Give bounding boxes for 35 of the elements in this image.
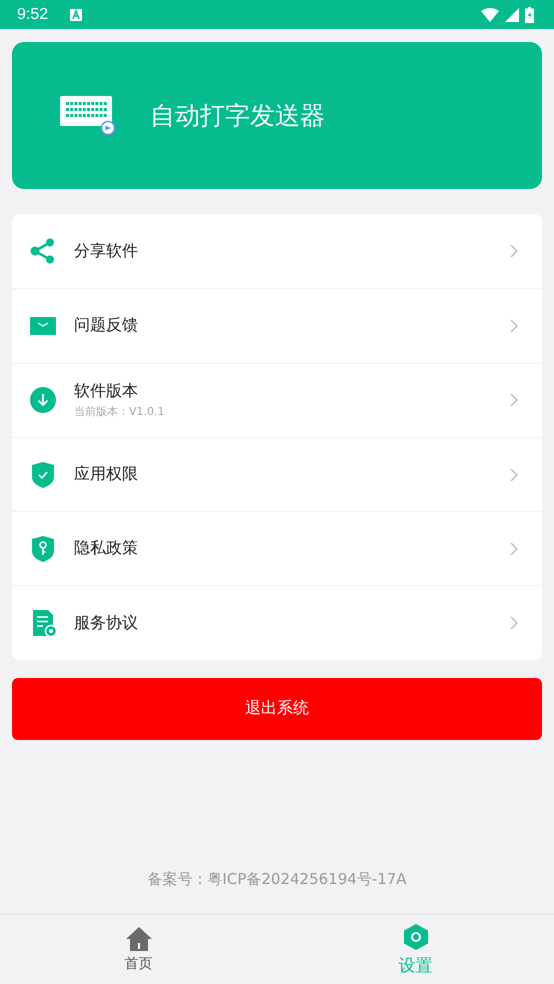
chevron-right-icon: [510, 468, 518, 482]
menu-item[interactable]: 软件版本 当前版本：V1.0.1: [12, 362, 542, 437]
menu-item[interactable]: 隐私政策: [12, 511, 542, 586]
shield-key-icon: [29, 534, 57, 563]
shield-check-icon: [29, 460, 57, 489]
icp-text: 备案号：粤ICP备2024256194号-17A: [147, 870, 407, 889]
menu-item[interactable]: 服务协议: [12, 585, 542, 660]
chevron-right-icon: [510, 542, 518, 556]
keyboard-icon: [60, 94, 116, 138]
menu-label: 应用权限: [74, 464, 139, 486]
share-icon: [29, 237, 57, 266]
download-icon: [29, 386, 57, 414]
menu-label: 分享软件: [74, 240, 139, 262]
version-text: 当前版本：V1.0.1: [74, 404, 166, 420]
chevron-right-icon: [510, 393, 518, 408]
notification-icon: [70, 8, 82, 20]
chevron-right-icon: [510, 318, 518, 333]
settings-icon: [402, 922, 428, 950]
menu-item[interactable]: 分享软件: [12, 214, 542, 288]
signal-icon: [505, 8, 519, 22]
menu-label: 隐私政策: [74, 538, 139, 560]
battery-icon: [525, 6, 534, 22]
wifi-icon: [481, 8, 499, 22]
menu-item[interactable]: 问题反馈: [12, 288, 542, 363]
menu-label: 服务协议: [74, 612, 139, 634]
app-title: 自动打字发送器: [150, 100, 325, 132]
home-icon: [124, 926, 152, 952]
logout-button[interactable]: 退出系统: [12, 678, 542, 740]
chevron-right-icon: [510, 616, 518, 630]
status-time: 9:52: [17, 6, 48, 24]
menu-item[interactable]: 应用权限: [12, 436, 542, 512]
menu-label: 软件版本: [74, 381, 139, 402]
nav-tab[interactable]: 首页: [0, 915, 277, 984]
menu-label: 问题反馈: [74, 315, 139, 336]
chevron-right-icon: [510, 244, 518, 258]
